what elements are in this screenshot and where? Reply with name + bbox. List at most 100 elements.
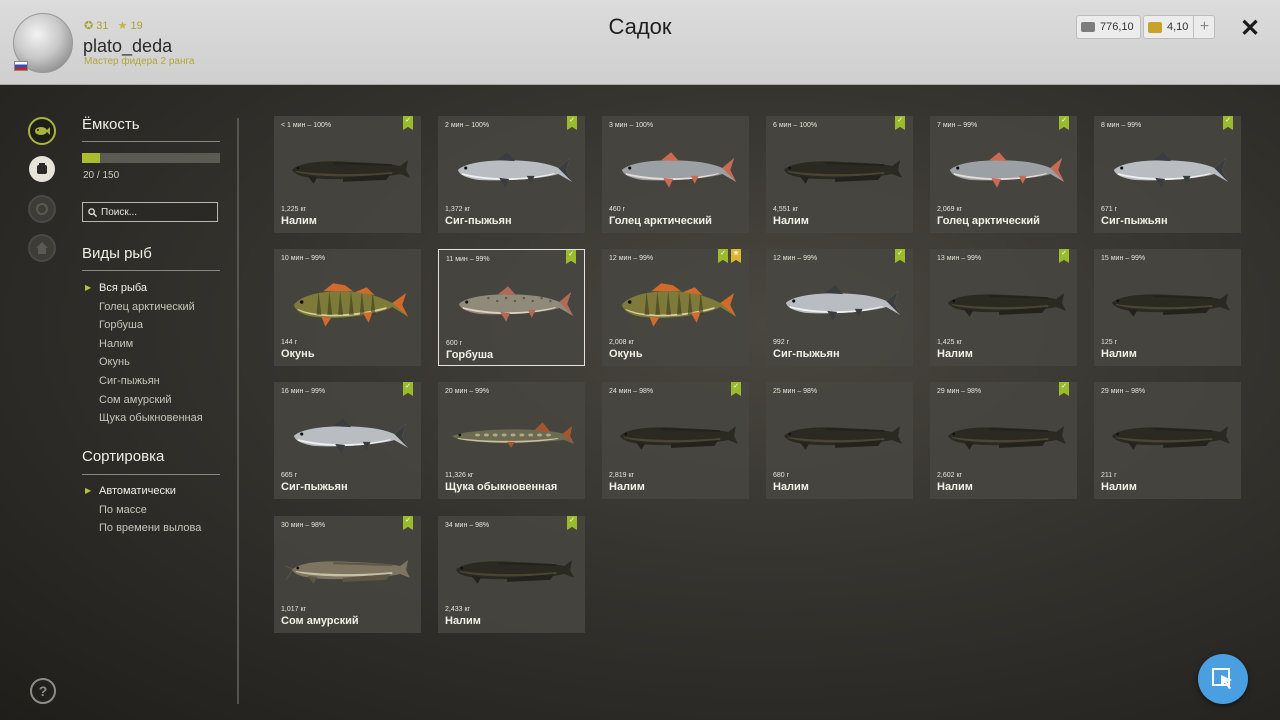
species-item[interactable]: Вся рыба [82, 279, 203, 298]
fish-card[interactable]: 12 мин – 99% ✓ ★ 2,008 кг Окунь [602, 249, 749, 366]
catch-time: 24 мин – 98% [609, 388, 654, 395]
player-rank: Мастер фидера 2 ранга [84, 56, 195, 67]
cursor-button[interactable] [1198, 654, 1248, 704]
divider [82, 270, 220, 271]
fish-card[interactable]: 34 мин – 98% ✓ 2,433 кг Налим [438, 516, 585, 633]
fish-card[interactable]: 13 мин – 99% ✓ 1,425 кг Налим [930, 249, 1077, 366]
capacity-bar [82, 153, 220, 163]
catch-time: 6 мин – 100% [773, 122, 818, 129]
fish-name: Окунь [609, 348, 643, 360]
check-badge-icon: ✓ [1059, 382, 1069, 396]
species-item[interactable]: Горбуша [82, 316, 203, 335]
burbot-fish-icon [783, 160, 903, 184]
capacity-text: 20 / 150 [83, 170, 120, 181]
badges: ✓ [403, 516, 413, 530]
whitefish-fish-icon [785, 285, 901, 321]
fish-weight: 144 г [281, 339, 298, 346]
fish-name: Сиг-пыжьян [773, 348, 840, 360]
fish-card[interactable]: 11 мин – 99% ✓ 600 г Горбуша [438, 249, 585, 366]
catch-time: 2 мин – 100% [445, 122, 490, 129]
fish-name: Налим [937, 348, 973, 360]
fish-name: Голец арктический [609, 215, 712, 227]
check-badge-icon: ✓ [566, 250, 576, 264]
sort-option[interactable]: По времени вылова [82, 519, 201, 538]
gold-amount: 4,10 [1167, 21, 1189, 33]
fish-weight: 992 г [773, 339, 790, 346]
sort-list: АвтоматическиПо массеПо времени вылова [82, 482, 201, 538]
perch-fish-icon [293, 283, 409, 327]
fish-card[interactable]: 30 мин – 98% ✓ 1,017 кг Сом амурский [274, 516, 421, 633]
catch-time: < 1 мин – 100% [281, 122, 332, 129]
silver-currency: 776,10 [1076, 15, 1141, 39]
species-item[interactable]: Сом амурский [82, 391, 203, 410]
fish-card[interactable]: 29 мин – 98% ✓ 2,602 кг Налим [930, 382, 1077, 499]
fish-card[interactable]: 29 мин – 98% 211 г Налим [1094, 382, 1241, 499]
species-item[interactable]: Налим [82, 335, 203, 354]
catfish-fish-icon [284, 560, 411, 584]
gold-currency: 4,10 + [1143, 15, 1216, 39]
fish-weight: 671 г [1101, 206, 1118, 213]
species-item[interactable]: Окунь [82, 353, 203, 372]
species-item[interactable]: Голец арктический [82, 298, 203, 317]
check-badge-icon: ✓ [567, 116, 577, 130]
fish-name: Сиг-пыжьян [281, 481, 348, 493]
fish-name: Щука обыкновенная [445, 481, 558, 493]
fish-weight: 125 г [1101, 339, 1118, 346]
fish-card[interactable]: 8 мин – 99% ✓ 671 г Сиг-пыжьян [1094, 116, 1241, 233]
sort-option[interactable]: Автоматически [82, 482, 201, 501]
fish-name: Сиг-пыжьян [1101, 215, 1168, 227]
home-icon[interactable] [28, 234, 56, 262]
fish-card[interactable]: 15 мин – 99% 125 г Налим [1094, 249, 1241, 366]
fish-card[interactable]: 2 мин – 100% ✓ 1,372 кг Сиг-пыжьян [438, 116, 585, 233]
whitefish-fish-icon [293, 418, 409, 454]
whitefish-fish-icon [457, 152, 573, 188]
catch-time: 34 мин – 98% [445, 522, 490, 529]
fish-name: Налим [445, 615, 481, 627]
catch-time: 29 мин – 98% [1101, 388, 1146, 395]
search-input[interactable]: Поиск... [82, 202, 218, 222]
check-badge-icon: ✓ [403, 382, 413, 396]
badges: ✓ [1223, 116, 1233, 130]
fish-card[interactable]: 3 мин – 100% 460 г Голец арктический [602, 116, 749, 233]
fish-icon[interactable] [28, 117, 56, 145]
fish-card[interactable]: 7 мин – 99% ✓ 2,069 кг Голец арктический [930, 116, 1077, 233]
sort-title: Сортировка [82, 448, 165, 465]
close-icon[interactable]: ✕ [1240, 14, 1260, 43]
add-gold-button[interactable]: + [1193, 16, 1214, 38]
fish-card[interactable]: 25 мин – 98% 680 г Налим [766, 382, 913, 499]
species-item[interactable]: Щука обыкновенная [82, 409, 203, 428]
fish-card[interactable]: 12 мин – 99% ✓ 992 г Сиг-пыжьян [766, 249, 913, 366]
badges: ✓ [731, 382, 741, 396]
species-item[interactable]: Сиг-пыжьян [82, 372, 203, 391]
badges: ✓ ★ [718, 249, 741, 263]
lure-icon[interactable] [28, 195, 56, 223]
sort-option[interactable]: По массе [82, 501, 201, 520]
pike-fish-icon [451, 422, 575, 448]
fish-name: Налим [773, 481, 809, 493]
badges: ✓ [1059, 116, 1069, 130]
catch-time: 8 мин – 99% [1101, 122, 1142, 129]
fish-weight: 665 г [281, 472, 298, 479]
burbot-fish-icon [1111, 426, 1231, 450]
fish-card[interactable]: 24 мин – 98% ✓ 2,819 кг Налим [602, 382, 749, 499]
whitefish-fish-icon [1113, 152, 1229, 188]
fish-card[interactable]: < 1 мин – 100% ✓ 1,225 кг Налим [274, 116, 421, 233]
catch-time: 13 мин – 99% [937, 255, 982, 262]
help-icon[interactable]: ? [30, 678, 56, 704]
fish-name: Налим [773, 215, 809, 227]
fish-weight: 1,425 кг [937, 339, 963, 346]
check-badge-icon: ✓ [1059, 249, 1069, 263]
fish-name: Налим [1101, 348, 1137, 360]
top-bar: ✪ 31 ★ 19 plato_deda Мастер фидера 2 ран… [0, 0, 1280, 85]
fish-card[interactable]: 6 мин – 100% ✓ 4,551 кг Налим [766, 116, 913, 233]
fish-name: Налим [1101, 481, 1137, 493]
fish-card[interactable]: 20 мин – 99% 11,326 кг Щука обыкновенная [438, 382, 585, 499]
fish-card[interactable]: 10 мин – 99% 144 г Окунь [274, 249, 421, 366]
catch-time: 25 мин – 98% [773, 388, 818, 395]
catch-time: 16 мин – 99% [281, 388, 326, 395]
check-badge-icon: ✓ [718, 249, 728, 263]
keepnet-icon[interactable] [29, 156, 55, 182]
char-fish-icon [621, 152, 737, 188]
badges: ✓ [1059, 249, 1069, 263]
fish-card[interactable]: 16 мин – 99% ✓ 665 г Сиг-пыжьян [274, 382, 421, 499]
